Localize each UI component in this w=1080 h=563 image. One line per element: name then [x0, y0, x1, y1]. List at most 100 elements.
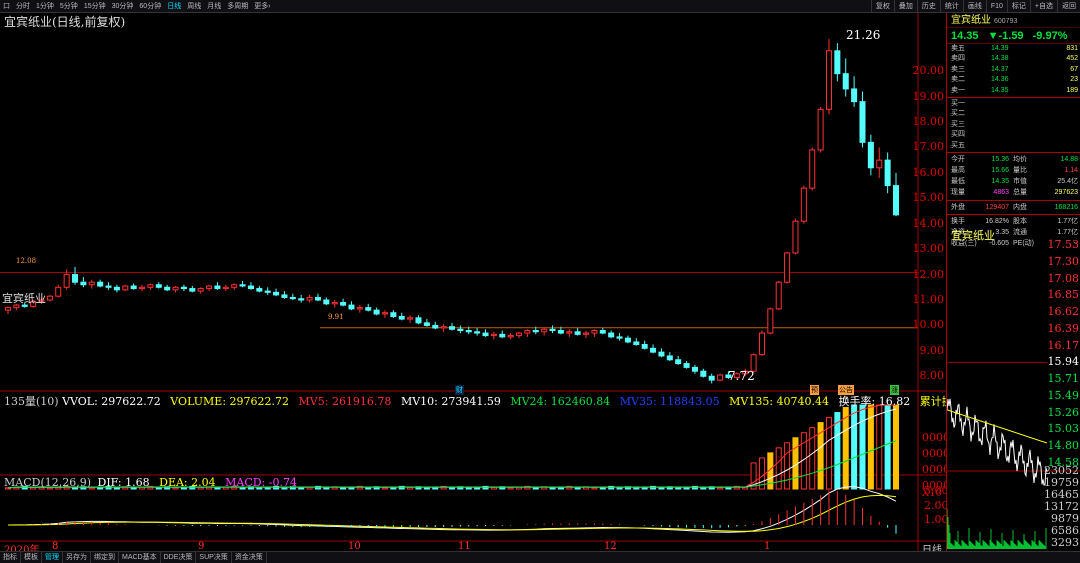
candle-body: [524, 330, 531, 334]
candle-body: [398, 316, 405, 320]
event-mark-limit[interactable]: 涨: [890, 385, 899, 395]
stat-row: 今开 15.36 均价 14.88: [947, 154, 1080, 165]
candle: [708, 373, 715, 384]
period-tab[interactable]: 周线: [184, 0, 204, 12]
candle-body: [55, 286, 62, 297]
period-tab[interactable]: 口: [0, 0, 13, 12]
tool-buttons: 复权 叠加 历史 统计 画线 F10 标记 +自选 返回: [870, 0, 1080, 12]
candle: [633, 338, 640, 346]
side-stock-label: 宜宾纸业: [2, 292, 46, 305]
candle: [264, 287, 271, 295]
candle: [423, 319, 430, 327]
ref-line-label-2: 9.91: [328, 313, 344, 321]
order-volume: 189: [1066, 86, 1078, 94]
candle: [775, 280, 782, 311]
volume-bar: [407, 486, 414, 490]
candle: [273, 288, 280, 297]
candle: [767, 307, 774, 335]
indicator-tab[interactable]: 绑定到: [91, 552, 119, 563]
stat-key: 均价: [1013, 155, 1027, 163]
candle-body: [474, 331, 481, 334]
tool-button[interactable]: 复权: [870, 0, 894, 12]
kline-chart[interactable]: 宜宾纸业(日线,前复权) 宜宾纸业 20.00 19.00 18.00 17.00 16…: [0, 13, 967, 556]
stat-row: 换手 16.82% 股本 1.77亿: [947, 216, 1080, 227]
period-tab[interactable]: 月线: [204, 0, 224, 12]
candle-body: [758, 332, 765, 356]
volume-bar: [591, 487, 598, 490]
period-tab[interactable]: 分时: [13, 0, 33, 12]
period-tab[interactable]: 30分钟: [109, 0, 137, 12]
indicator-tab[interactable]: 资金决策: [232, 552, 267, 563]
candle: [4, 306, 12, 314]
price-axis-label: 13.00: [912, 242, 945, 256]
candle-body: [122, 285, 129, 291]
candle: [72, 266, 79, 285]
candle-body: [809, 149, 816, 189]
period-tab[interactable]: 多周期: [224, 0, 251, 12]
candle-body: [457, 328, 464, 332]
tool-button[interactable]: 统计: [939, 0, 963, 12]
volume-bar: [675, 487, 682, 490]
volume-bar: [423, 487, 430, 490]
candle-body: [851, 88, 858, 103]
indicator-tab[interactable]: DDE决策: [161, 552, 197, 563]
candle-body: [717, 374, 724, 381]
mv5-value: MV5: 261916.78: [298, 395, 392, 408]
event-mark-forecast[interactable]: 预: [810, 385, 819, 395]
period-tab[interactable]: 60分钟: [136, 0, 164, 12]
candle: [566, 329, 573, 337]
indicator-tab[interactable]: 另存为: [63, 552, 91, 563]
macd-value: MACD: -0.74: [225, 476, 297, 489]
kline-svg[interactable]: [0, 13, 946, 551]
candle-body: [633, 341, 640, 346]
tool-button[interactable]: +自选: [1029, 0, 1057, 12]
candle: [356, 305, 363, 313]
candle-body: [499, 333, 506, 338]
candle: [758, 330, 765, 356]
stock-name: 宜宾纸业: [951, 15, 991, 26]
candle: [323, 297, 330, 306]
order-price: 14.36: [991, 76, 1009, 84]
volume-bar: [717, 487, 724, 490]
indicator-tab[interactable]: SUP决策: [196, 552, 232, 563]
order-book-row: 买五: [947, 141, 1080, 151]
indicator-tab[interactable]: MACD基本: [119, 552, 161, 563]
candle: [691, 364, 698, 374]
mv135-value: MV135: 40740.44: [729, 395, 830, 408]
period-tab[interactable]: 15分钟: [81, 0, 109, 12]
candle: [524, 329, 531, 337]
period-tab[interactable]: 5分钟: [57, 0, 81, 12]
order-price: 14.39: [991, 45, 1009, 52]
volume-bar: [323, 486, 330, 490]
intraday-price-label: 15.49: [1047, 388, 1080, 402]
candle-body: [46, 295, 53, 301]
event-mark-notice[interactable]: 公告: [838, 385, 854, 395]
volume-bar: [365, 486, 372, 490]
tool-button[interactable]: F10: [985, 0, 1007, 12]
candle-body: [658, 351, 665, 357]
indicator-tab[interactable]: 管理: [42, 552, 63, 563]
tool-button[interactable]: 返回: [1057, 0, 1080, 12]
event-mark-finance[interactable]: 财: [455, 385, 464, 395]
order-book-row: 卖四 14.38 452: [947, 54, 1080, 64]
candle-body: [222, 286, 229, 290]
candle: [340, 298, 347, 307]
stat-key: 内盘: [1013, 203, 1027, 211]
candle-body: [164, 286, 171, 291]
tool-button[interactable]: 历史: [916, 0, 940, 12]
period-tab[interactable]: 更多›: [251, 0, 273, 12]
period-tab[interactable]: 日线: [164, 0, 184, 12]
indicator-tab[interactable]: 指标: [0, 552, 21, 563]
indicator-tab[interactable]: 模板: [21, 552, 42, 563]
candle: [457, 325, 464, 334]
stat-divider: [947, 213, 1080, 215]
tool-button[interactable]: 标记: [1006, 0, 1030, 12]
tool-button[interactable]: 画线: [962, 0, 986, 12]
candle: [197, 287, 204, 294]
tool-button[interactable]: 叠加: [893, 0, 917, 12]
book-divider: [947, 96, 1080, 98]
candle-body: [876, 159, 883, 169]
stock-terminal: 口分时 1分钟 5分钟 15分钟 30分钟 60分钟 日线 周线 月线 多周期 更多› 复权 叠加 历史…: [0, 0, 1080, 563]
period-tab[interactable]: 1分钟: [33, 0, 57, 12]
quote-panel: 宜宾纸业 600793 14.35 ▼-1.59 -9.97% 卖五 14.39 83…: [946, 13, 1080, 551]
